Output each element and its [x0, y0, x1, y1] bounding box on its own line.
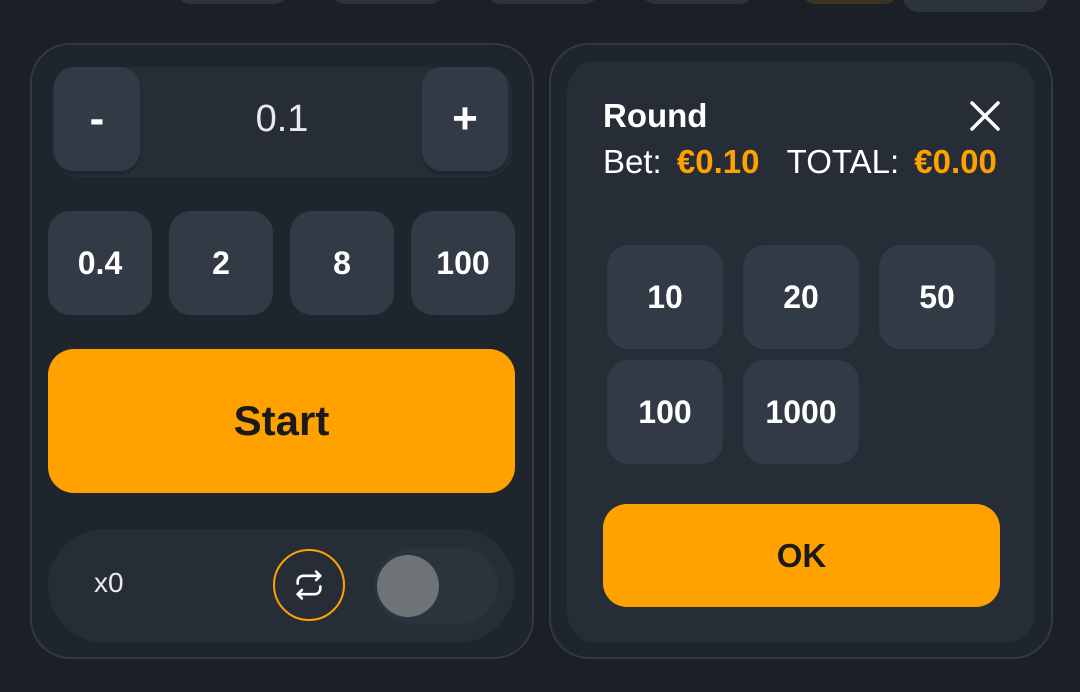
round-option-button[interactable]: 10: [607, 245, 723, 349]
preset-button[interactable]: 0.4: [48, 211, 152, 315]
top-chip[interactable]: [800, 0, 900, 4]
repeat-icon: [296, 570, 322, 600]
total-label: TOTAL:: [786, 143, 900, 180]
preset-button[interactable]: 8: [290, 211, 394, 315]
round-option-button[interactable]: 100: [607, 360, 723, 464]
ok-label: OK: [776, 536, 827, 574]
top-chip[interactable]: [330, 0, 445, 4]
round-option-button[interactable]: 20: [743, 245, 859, 349]
start-button[interactable]: Start: [48, 349, 515, 493]
total-value: €0.00: [914, 143, 997, 180]
autoplay-bar: x0: [48, 529, 515, 643]
round-option-label: 1000: [765, 393, 837, 430]
autoplay-button[interactable]: [273, 549, 345, 621]
round-option-button[interactable]: 1000: [743, 360, 859, 464]
top-chip[interactable]: [485, 0, 600, 4]
top-chip[interactable]: [640, 0, 755, 4]
round-option-label: 50: [919, 278, 955, 315]
preset-label: 2: [212, 244, 230, 281]
preset-label: 8: [333, 244, 351, 281]
top-chip[interactable]: [903, 0, 1048, 12]
round-title: Round: [603, 97, 708, 134]
bet-panel: - 0.1 + 0.4 2 8 100 Start x0: [30, 43, 534, 659]
close-icon[interactable]: [968, 99, 1002, 133]
decrement-label: -: [89, 94, 105, 143]
bet-value: €0.10: [676, 143, 760, 180]
round-option-button[interactable]: 50: [879, 245, 995, 349]
increment-label: +: [452, 94, 478, 143]
round-dialog: Round Bet: €0.10 TOTAL: €0.00 10 20 50 1…: [567, 61, 1035, 643]
decrement-button[interactable]: -: [54, 67, 140, 171]
bet-summary: Bet: €0.10 TOTAL: €0.00: [603, 143, 997, 181]
increment-button[interactable]: +: [422, 67, 508, 171]
round-option-label: 100: [638, 393, 692, 430]
start-label: Start: [233, 397, 330, 444]
preset-button[interactable]: 2: [169, 211, 273, 315]
bet-amount-input[interactable]: 0.1: [142, 69, 422, 169]
round-panel: Round Bet: €0.10 TOTAL: €0.00 10 20 50 1…: [549, 43, 1053, 659]
autoplay-toggle[interactable]: [374, 548, 498, 624]
preset-label: 100: [436, 244, 490, 281]
toggle-knob: [377, 555, 439, 617]
top-chip[interactable]: [175, 0, 290, 4]
ok-button[interactable]: OK: [603, 504, 1000, 607]
preset-button[interactable]: 100: [411, 211, 515, 315]
round-option-label: 20: [783, 278, 819, 315]
round-option-label: 10: [647, 278, 683, 315]
bet-label: Bet:: [603, 143, 662, 180]
multiplier-label: x0: [94, 567, 124, 598]
preset-label: 0.4: [77, 244, 123, 281]
